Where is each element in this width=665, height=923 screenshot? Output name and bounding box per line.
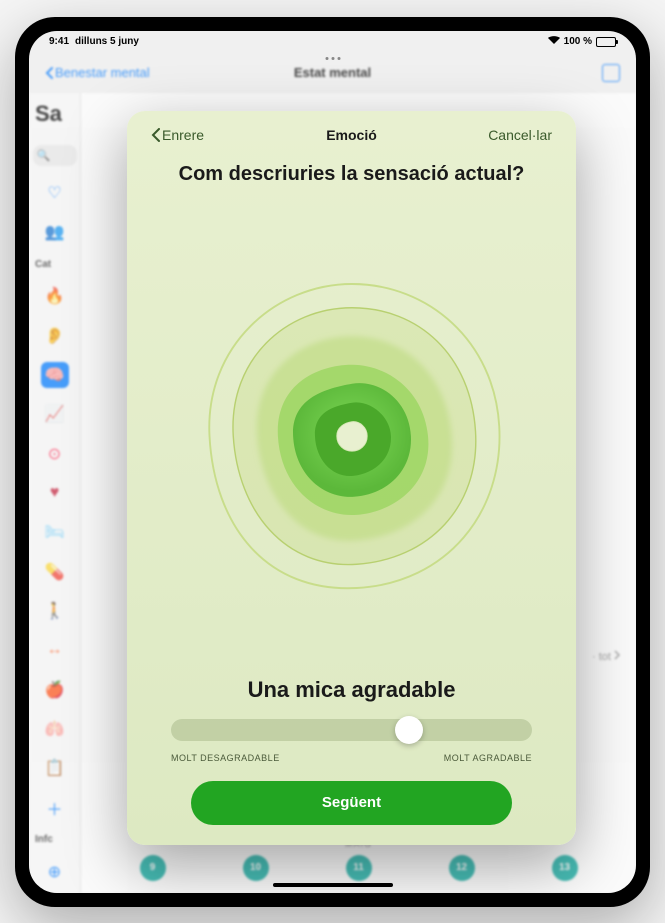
slider-labels: MOLT DESAGRADABLE MOLT AGRADABLE	[151, 753, 552, 763]
add-info-icon[interactable]: ⊕	[41, 859, 69, 884]
activity-icon[interactable]: 🔥	[41, 284, 69, 309]
mood-graphic	[151, 206, 552, 667]
question-heading: Com descriuries la sensació actual?	[151, 163, 552, 186]
day-dot[interactable]: 9	[140, 855, 166, 881]
nutrition-icon[interactable]: ↔	[41, 638, 69, 663]
mental-wellbeing-icon[interactable]: 🧠	[41, 362, 69, 387]
wifi-icon	[548, 36, 560, 47]
day-dot[interactable]: 10	[243, 855, 269, 881]
slider-min-label: MOLT DESAGRADABLE	[171, 753, 280, 763]
search-icon: 🔍	[37, 149, 51, 162]
status-time: 9:41	[49, 36, 69, 47]
screen: 9:41 dilluns 5 juny 100 % Benestar menta…	[29, 31, 636, 893]
home-indicator[interactable]	[273, 883, 393, 887]
slider-thumb[interactable]	[395, 716, 423, 744]
slider-track[interactable]	[171, 719, 532, 741]
ipad-device-frame: 9:41 dilluns 5 juny 100 % Benestar menta…	[15, 17, 650, 907]
sidebar: Sa 🔍 ♡ 👥 Cat 🔥 👂 🧠 📈 ⊙ ♥ 🛏 💊 🚶	[29, 93, 81, 893]
cycle-icon[interactable]: ⊙	[41, 441, 69, 466]
mood-blob-icon	[162, 246, 542, 626]
next-button[interactable]: Següent	[191, 781, 512, 825]
search-input[interactable]: 🔍	[33, 145, 77, 167]
hearing-icon[interactable]: 👂	[41, 323, 69, 348]
show-all-link[interactable]: · tot	[592, 650, 620, 663]
battery-percent: 100 %	[564, 36, 592, 47]
day-dot[interactable]: 12	[449, 855, 475, 881]
emotion-modal: Enrere Emoció Cancel·lar Com descriuries…	[127, 111, 576, 845]
back-label: Enrere	[162, 127, 204, 143]
medications-icon[interactable]: 💊	[41, 559, 69, 584]
mood-slider[interactable]	[151, 719, 552, 741]
app-title: Sa	[35, 101, 62, 127]
slider-max-label: MOLT AGRADABLE	[444, 753, 532, 763]
status-bar: 9:41 dilluns 5 juny 100 %	[29, 31, 636, 53]
battery-icon	[596, 37, 616, 47]
back-button[interactable]: Enrere	[151, 127, 204, 143]
category-label: Cat	[35, 259, 51, 270]
bg-nav-header: Benestar mental Estat mental	[29, 53, 636, 93]
bg-title: Estat mental	[294, 65, 371, 80]
heart-icon[interactable]: ♥	[41, 480, 69, 505]
cancel-button[interactable]: Cancel·lar	[488, 127, 552, 143]
calendar-icon[interactable]	[602, 64, 620, 82]
day-dot[interactable]: 13	[552, 855, 578, 881]
mobility-icon[interactable]: 🚶	[41, 598, 69, 623]
bg-back-button[interactable]: Benestar mental	[45, 65, 150, 80]
respiratory-icon[interactable]: 🫁	[41, 716, 69, 741]
bg-back-label: Benestar mental	[55, 65, 150, 80]
sharing-icon[interactable]: 👥	[41, 220, 69, 245]
sleep-icon[interactable]: 🛏	[41, 520, 69, 545]
add-icon[interactable]: ＋	[41, 795, 69, 820]
month-footer: MAIG 9 10 11 12 13	[81, 839, 636, 881]
vitals-icon[interactable]: 📈	[41, 402, 69, 427]
records-icon[interactable]: 📋	[41, 756, 69, 781]
favorites-icon[interactable]: ♡	[41, 180, 69, 205]
body-icon[interactable]: 🍎	[41, 677, 69, 702]
day-dots: 9 10 11 12 13	[101, 855, 616, 881]
modal-header: Enrere Emoció Cancel·lar	[151, 127, 552, 143]
mood-value-label: Una mica agradable	[151, 677, 552, 703]
info-label: Infc	[35, 834, 53, 845]
status-date: dilluns 5 juny	[75, 36, 139, 47]
next-button-label: Següent	[322, 794, 381, 811]
modal-title: Emoció	[326, 127, 377, 143]
day-dot[interactable]: 11	[346, 855, 372, 881]
